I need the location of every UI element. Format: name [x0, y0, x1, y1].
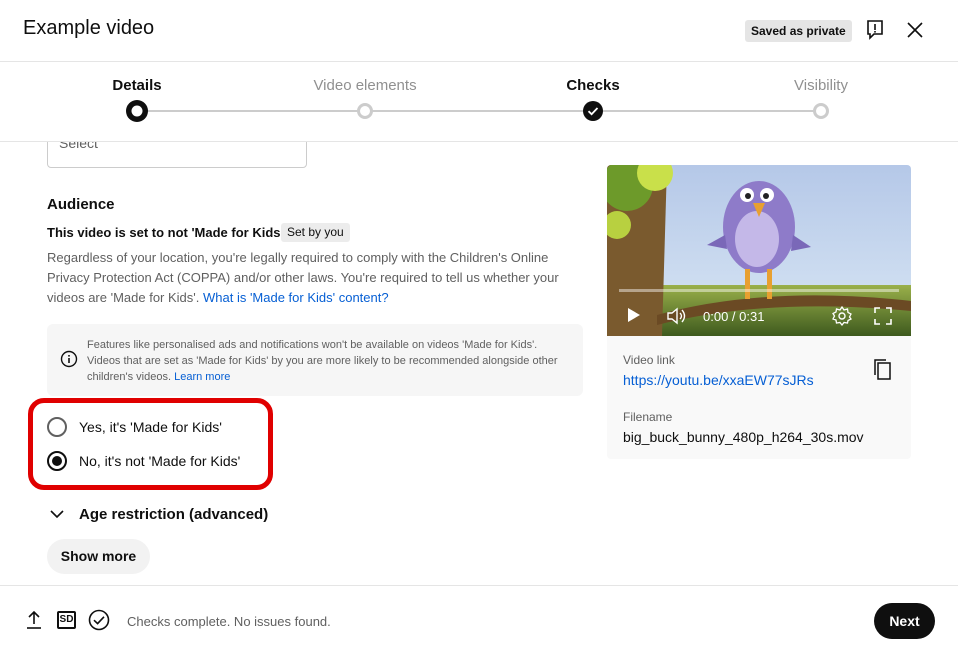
- sd-badge-text: SD: [59, 614, 74, 625]
- close-button[interactable]: [901, 16, 929, 44]
- feedback-icon: [867, 20, 883, 40]
- dialog-header: Example video Saved as private: [0, 0, 958, 62]
- checks-status: Checks complete. No issues found.: [127, 614, 331, 629]
- select-value: Select: [59, 142, 98, 151]
- next-button[interactable]: Next: [874, 603, 935, 639]
- stepper-track: [137, 110, 821, 112]
- play-icon[interactable]: [627, 307, 641, 323]
- video-link[interactable]: https://youtu.be/xxaEW77sJRs: [623, 372, 814, 388]
- audience-heading: Audience: [47, 196, 115, 213]
- chevron-down-icon: [50, 510, 64, 519]
- player-controls: 0:00 / 0:31: [607, 285, 911, 336]
- info-icon: [60, 350, 78, 368]
- filename-label: Filename: [623, 410, 673, 424]
- made-for-kids-link[interactable]: What is 'Made for Kids' content?: [203, 290, 389, 305]
- video-link-label: Video link: [623, 353, 675, 367]
- feedback-button[interactable]: [861, 16, 889, 44]
- radio-button[interactable]: [47, 417, 67, 437]
- audience-status: This video is set to not 'Made for Kids': [47, 225, 284, 240]
- dialog-title: Example video: [23, 17, 155, 39]
- fullscreen-icon[interactable]: [874, 307, 892, 325]
- step-current-icon: [126, 100, 148, 122]
- step-label: Checks: [566, 77, 620, 94]
- progress-stepper: Details Video elements Checks Visibility: [0, 62, 958, 142]
- radio-made-for-kids-yes[interactable]: Yes, it's 'Made for Kids': [47, 415, 222, 439]
- radio-button-checked[interactable]: [47, 451, 67, 471]
- radio-made-for-kids-no[interactable]: No, it's not 'Made for Kids': [47, 449, 240, 473]
- video-player[interactable]: 0:00 / 0:31: [607, 165, 911, 336]
- filename-value: big_buck_bunny_480p_h264_30s.mov: [623, 429, 864, 445]
- checks-complete-icon: [88, 609, 110, 631]
- learn-more-link[interactable]: Learn more: [174, 371, 230, 383]
- step-pending-icon: [813, 103, 829, 119]
- close-icon: [907, 22, 923, 38]
- copy-icon[interactable]: [872, 358, 894, 382]
- audience-description: Regardless of your location, you're lega…: [47, 248, 572, 308]
- step-pending-icon: [357, 103, 373, 119]
- info-text-body: Features like personalised ads and notif…: [87, 339, 558, 383]
- age-restriction-toggle[interactable]: Age restriction (advanced): [47, 502, 268, 526]
- step-label: Details: [112, 77, 162, 94]
- radio-label: No, it's not 'Made for Kids': [79, 453, 241, 469]
- details-content: Select Audience This video is set to not…: [0, 142, 958, 584]
- age-restriction-label: Age restriction (advanced): [79, 505, 269, 523]
- radio-label: Yes, it's 'Made for Kids': [79, 419, 222, 435]
- settings-gear-icon[interactable]: [832, 306, 852, 326]
- upload-icon: [27, 610, 41, 629]
- sd-quality-icon: SD: [57, 611, 76, 629]
- step-done-check-icon: [583, 101, 603, 121]
- video-preview-card: 0:00 / 0:31 Video link https://youtu.be/…: [607, 165, 911, 459]
- step-label: Video elements: [313, 77, 417, 94]
- show-more-button[interactable]: Show more: [47, 539, 150, 574]
- dialog-footer: SD Checks complete. No issues found. Nex…: [0, 585, 958, 653]
- step-label: Visibility: [794, 77, 848, 94]
- upload-dialog: Example video Saved as private Details V…: [0, 0, 958, 653]
- volume-icon[interactable]: [666, 307, 688, 325]
- saved-status-badge: Saved as private: [745, 20, 852, 42]
- video-progress-bar[interactable]: [619, 289, 899, 292]
- video-time: 0:00 / 0:31: [703, 309, 765, 324]
- info-text: Features like personalised ads and notif…: [87, 337, 567, 385]
- category-select[interactable]: Select: [47, 142, 307, 168]
- highlight-frame: [28, 398, 273, 490]
- info-callout: Features like personalised ads and notif…: [47, 324, 583, 396]
- set-by-badge: Set by you: [281, 223, 350, 242]
